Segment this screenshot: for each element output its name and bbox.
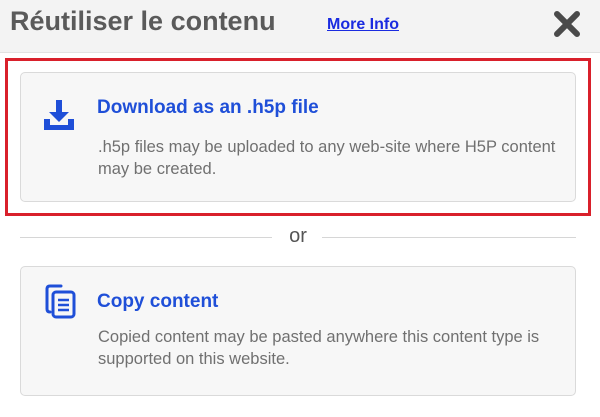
- close-icon: [554, 11, 580, 37]
- download-icon: [44, 100, 74, 130]
- separator-line-right: [322, 237, 576, 238]
- close-button[interactable]: [550, 7, 584, 41]
- separator-text: or: [289, 225, 307, 247]
- dialog-title: Réutiliser le contenu: [10, 6, 276, 36]
- separator-line-left: [20, 237, 272, 238]
- or-separator: or: [20, 225, 576, 248]
- copy-content-option[interactable]: Copy content Copied content may be paste…: [20, 266, 576, 396]
- copy-icon: [45, 284, 76, 319]
- reuse-dialog: Réutiliser le contenu More Info Download…: [0, 0, 600, 417]
- download-option-description: .h5p files may be uploaded to any web-si…: [98, 138, 556, 178]
- copy-option-title: Copy content: [97, 291, 219, 312]
- more-info-link[interactable]: More Info: [327, 16, 399, 34]
- download-option-title: Download as an .h5p file: [97, 97, 319, 118]
- copy-option-description: Copied content may be pasted anywhere th…: [98, 328, 540, 368]
- download-h5p-option[interactable]: Download as an .h5p file .h5p files may …: [20, 72, 576, 202]
- dialog-header: Réutiliser le contenu More Info: [0, 0, 600, 53]
